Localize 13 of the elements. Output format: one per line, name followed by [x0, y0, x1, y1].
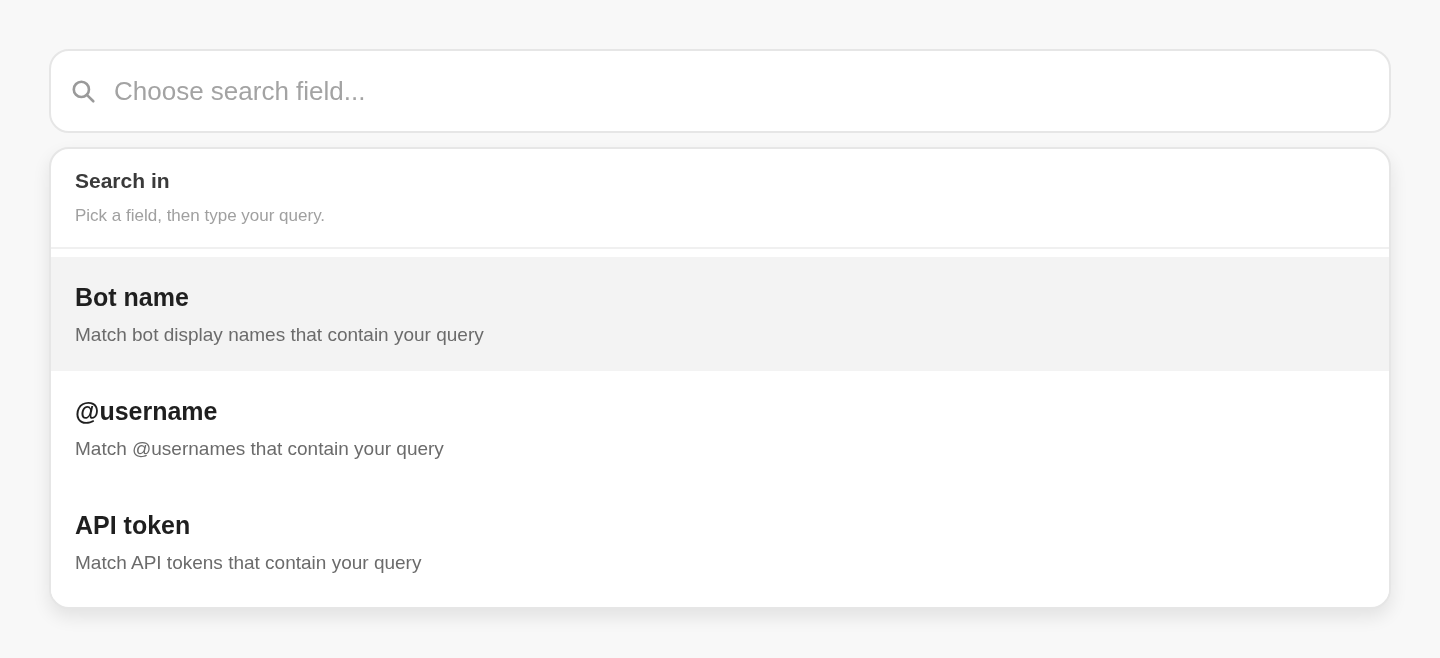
field-option[interactable]: API token Match API tokens that contain your query	[51, 485, 1389, 599]
search-icon	[70, 78, 96, 104]
option-description: Match bot display names that contain your query	[75, 323, 484, 347]
option-title: @username	[75, 396, 218, 427]
field-option[interactable]: Bot name Match bot display names that contain your query	[51, 257, 1389, 371]
field-option[interactable]: @username Match @usernames that contain your query	[51, 371, 1389, 485]
menu-hint: Pick a field, then type your query.	[75, 205, 326, 227]
option-description: Match API tokens that contain your query	[75, 551, 422, 575]
option-description: Match @usernames that contain your query	[75, 437, 444, 461]
menu-heading: Search in	[75, 168, 170, 194]
option-title: API token	[75, 510, 191, 541]
search-field[interactable]: Choose search field...	[49, 49, 1391, 133]
option-title: Bot name	[75, 282, 189, 313]
